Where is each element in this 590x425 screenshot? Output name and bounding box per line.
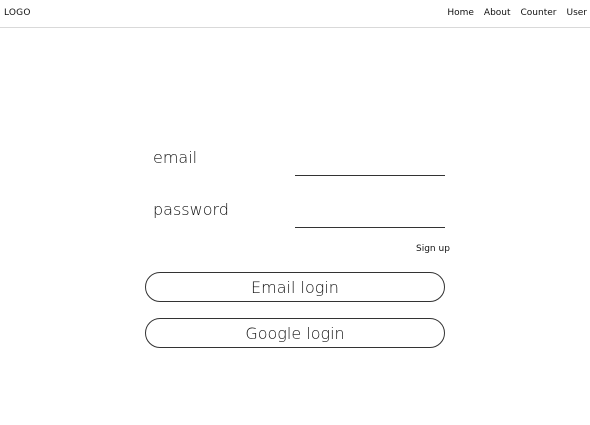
email-login-button[interactable]: Email login: [145, 272, 445, 302]
signup-link[interactable]: Sign up: [416, 244, 450, 254]
top-navbar: LOGO Home About Counter User: [0, 0, 590, 28]
password-label: password: [153, 200, 229, 219]
nav-links: Home About Counter User: [447, 8, 587, 18]
nav-link-counter[interactable]: Counter: [521, 8, 557, 18]
nav-link-user[interactable]: User: [566, 8, 587, 18]
password-field[interactable]: [295, 212, 445, 228]
google-login-button[interactable]: Google login: [145, 318, 445, 348]
logo: LOGO: [4, 8, 31, 18]
nav-link-home[interactable]: Home: [447, 8, 474, 18]
nav-link-about[interactable]: About: [484, 8, 511, 18]
email-field[interactable]: [295, 160, 445, 176]
email-label: email: [153, 148, 198, 167]
